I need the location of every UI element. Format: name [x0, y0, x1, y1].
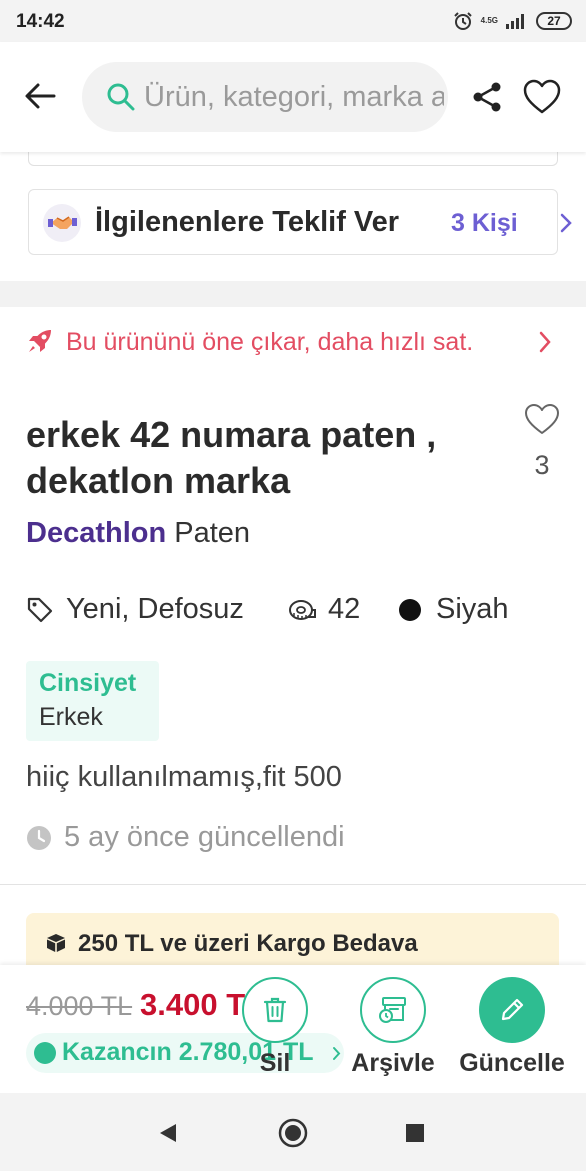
brand-category-line: Decathlon Paten	[26, 517, 250, 550]
like-count: 3	[534, 450, 550, 480]
trash-icon	[263, 997, 287, 1023]
nav-back-icon[interactable]	[158, 1122, 178, 1144]
search-icon	[107, 83, 135, 111]
back-arrow-icon[interactable]	[20, 76, 60, 116]
chevron-right-icon	[560, 213, 572, 233]
update-button-circle[interactable]	[479, 977, 545, 1043]
offer-card[interactable]: İlgilenenlere Teklif Ver 3 Kişi	[28, 189, 572, 255]
offer-title: İlgilenenlere Teklif Ver	[95, 206, 400, 238]
old-price: 4.000 TL	[26, 991, 133, 1021]
archive-icon	[379, 997, 406, 1023]
rocket-icon	[29, 330, 51, 352]
favorite-heart-icon[interactable]	[522, 78, 562, 116]
section-divider	[0, 281, 586, 307]
category-label: Paten	[174, 517, 251, 549]
top-app-bar	[0, 42, 586, 152]
attribute-row: Yeni, Defosuz 42 Siyah	[26, 592, 566, 628]
delete-button-circle[interactable]	[242, 977, 308, 1043]
update-button[interactable]: Güncelle	[452, 977, 572, 1091]
nav-recent-apps-icon[interactable]	[405, 1123, 425, 1143]
search-bar[interactable]	[82, 62, 448, 132]
delete-label: Sil	[259, 1049, 291, 1077]
archive-label: Arşivle	[351, 1049, 435, 1077]
free-shipping-banner: 250 TL ve üzeri Kargo Bedava	[26, 913, 559, 973]
signal-icon	[506, 14, 524, 29]
status-bar: 14:42 4.5G 27	[0, 0, 586, 42]
divider	[0, 884, 586, 885]
updated-time: 5 ay önce güncellendi	[64, 821, 345, 853]
battery-indicator: 27	[536, 12, 572, 30]
alarm-icon	[453, 12, 472, 30]
brand-link[interactable]: Decathlon	[26, 517, 166, 549]
status-icons: 4.5G 27	[453, 9, 572, 33]
chevron-right-icon[interactable]	[538, 330, 552, 354]
bottom-action-bar: 4.000 TL 3.400 TL Kazancın 2.780,01 TL S…	[0, 965, 586, 1093]
tag-icon	[27, 597, 53, 623]
offer-count: 3 Kişi	[451, 209, 518, 237]
gender-attribute: Cinsiyet Erkek	[26, 661, 159, 741]
like-heart-icon[interactable]	[523, 402, 561, 436]
free-shipping-text: 250 TL ve üzeri Kargo Bedava	[78, 930, 418, 957]
search-input[interactable]	[144, 80, 444, 114]
network-type: 4.5G	[480, 16, 498, 25]
product-description: hiiç kullanılmamış,fit 500	[26, 761, 342, 793]
pencil-icon	[501, 998, 524, 1021]
product-title: erkek 42 numara paten , dekatlon marka	[26, 414, 437, 501]
condition-value: Yeni, Defosuz	[66, 593, 244, 625]
share-icon[interactable]	[470, 80, 504, 114]
color-swatch	[399, 599, 421, 621]
size-value: 42	[328, 593, 361, 625]
promo-link[interactable]: Bu ürününü öne çıkar, daha hızlı sat.	[66, 328, 473, 357]
coin-icon	[34, 1042, 56, 1064]
clock-icon	[27, 826, 51, 850]
archive-button-circle[interactable]	[360, 977, 426, 1043]
delete-button[interactable]: Sil	[215, 977, 335, 1091]
nav-home-icon[interactable]	[278, 1118, 308, 1148]
status-time: 14:42	[16, 11, 65, 32]
handshake-icon	[43, 204, 81, 242]
archive-button[interactable]: Arşivle	[333, 977, 453, 1091]
measuring-tape-icon	[289, 600, 316, 620]
update-label: Güncelle	[459, 1049, 565, 1077]
system-navigation-bar	[0, 1093, 586, 1171]
gender-value: Erkek	[39, 703, 103, 731]
color-value: Siyah	[436, 593, 509, 625]
gender-label: Cinsiyet	[39, 669, 137, 697]
package-icon	[47, 934, 65, 952]
